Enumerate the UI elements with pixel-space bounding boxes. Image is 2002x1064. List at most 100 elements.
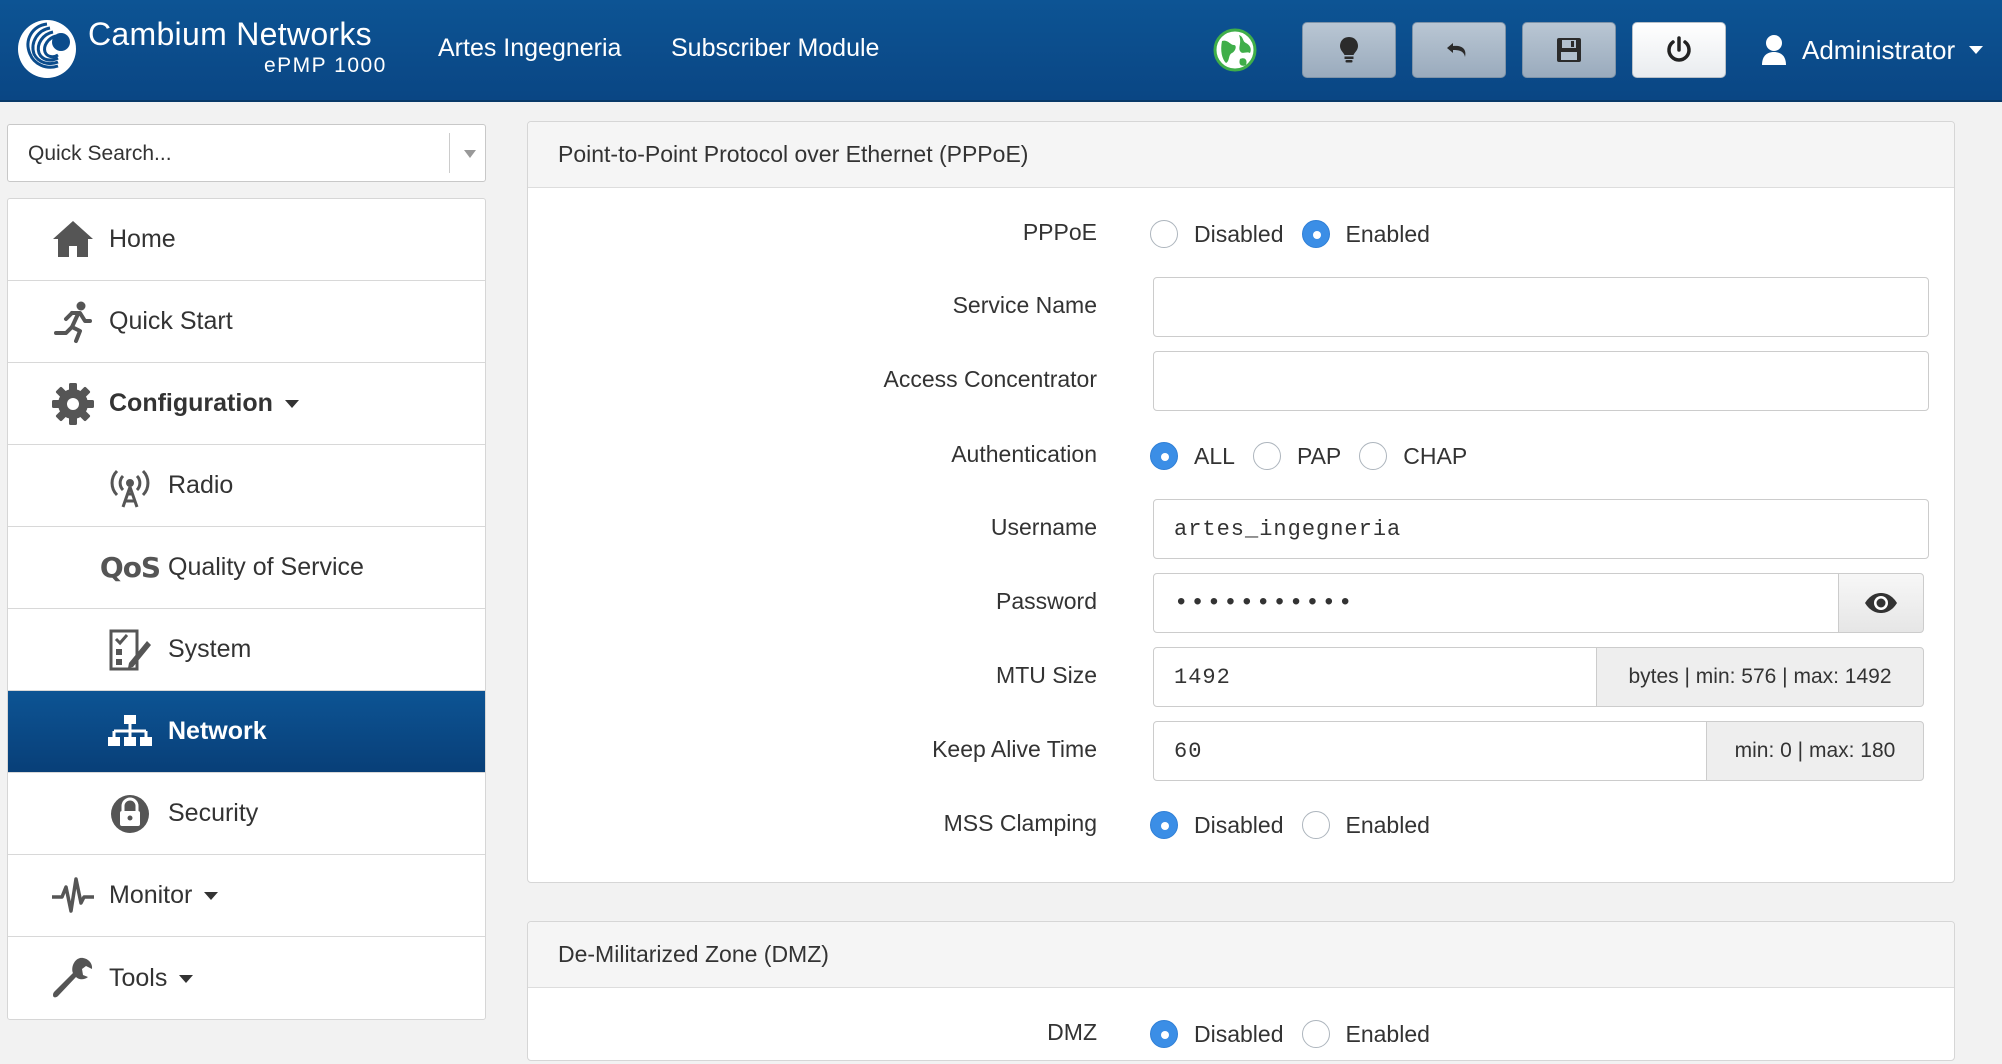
radio-button-selected[interactable] — [1150, 442, 1178, 470]
mss-clamping-row: MSS Clamping Disabled Enabled — [528, 795, 1954, 855]
mtu-size-input[interactable]: 1492 — [1153, 647, 1597, 707]
keep-alive-input[interactable]: 60 — [1153, 721, 1707, 781]
globe-icon[interactable] — [1212, 27, 1258, 73]
username-row: Username artes_ingegneria — [528, 499, 1954, 559]
service-name-input[interactable] — [1153, 277, 1929, 337]
access-concentrator-input[interactable] — [1153, 351, 1929, 411]
pppoe-label: PPPoE — [1022, 219, 1097, 245]
sidebar-item-label: Tools — [109, 964, 194, 993]
user-name: Administrator — [1802, 34, 1956, 65]
sidebar-item-label: Quick Start — [109, 307, 233, 335]
access-concentrator-row: Access Concentrator — [528, 351, 1954, 411]
chevron-down-icon — [179, 974, 194, 983]
keep-alive-row: Keep Alive Time 60 min: 0 | max: 180 — [528, 721, 1954, 781]
radio-button-selected[interactable] — [1301, 220, 1330, 248]
brand-subtitle: ePMP 1000 — [264, 54, 387, 77]
sidebar-item-home[interactable]: Home — [8, 199, 485, 281]
radio-button[interactable] — [1252, 442, 1281, 470]
mtu-size-row: MTU Size 1492 bytes | min: 576 | max: 14… — [528, 647, 1954, 707]
save-icon — [1557, 38, 1581, 62]
dmz-disabled-option[interactable]: Disabled — [1150, 1020, 1284, 1048]
save-button[interactable] — [1522, 22, 1616, 78]
mss-disabled-option[interactable]: Disabled — [1150, 811, 1284, 839]
service-name-row: Service Name — [528, 277, 1954, 337]
sidebar-menu: Home Quick Start Configuration Radio QoS… — [7, 198, 486, 1020]
sidebar-item-label: System — [168, 635, 252, 663]
mss-enabled-option[interactable]: Enabled — [1301, 811, 1430, 839]
dmz-label: DMZ — [1047, 1019, 1097, 1045]
sidebar-item-label: Security — [168, 799, 259, 827]
auth-all-option[interactable]: ALL — [1150, 442, 1235, 470]
sidebar-item-tools[interactable]: Tools — [8, 937, 485, 1019]
undo-button[interactable] — [1412, 22, 1506, 78]
help-lightbulb-button[interactable] — [1302, 22, 1396, 78]
user-icon — [1762, 35, 1786, 65]
sidebar-item-configuration[interactable]: Configuration — [8, 363, 485, 445]
sidebar-item-label: Quality of Service — [168, 553, 364, 581]
gear-icon — [48, 379, 98, 429]
radio-button[interactable] — [1359, 442, 1388, 470]
auth-pap-option[interactable]: PAP — [1252, 442, 1341, 470]
chevron-down-icon — [1969, 46, 1984, 54]
network-icon — [105, 707, 155, 757]
radio-button[interactable] — [1301, 1020, 1330, 1048]
cambium-logo-icon — [18, 20, 76, 78]
dmz-row: DMZ Disabled Enabled — [528, 1004, 1954, 1064]
dmz-enabled-option[interactable]: Enabled — [1301, 1020, 1430, 1048]
sidebar-item-system[interactable]: System — [8, 609, 485, 691]
username-input[interactable]: artes_ingegneria — [1153, 499, 1929, 559]
pppoe-enabled-option[interactable]: Enabled — [1301, 220, 1430, 248]
keep-alive-hint: min: 0 | max: 180 — [1706, 721, 1924, 781]
sidebar-item-network[interactable]: Network — [8, 691, 485, 773]
pppoe-disabled-option[interactable]: Disabled — [1150, 220, 1284, 248]
sidebar-item-radio[interactable]: Radio — [8, 445, 485, 527]
dmz-panel-title: De-Militarized Zone (DMZ) — [528, 922, 1954, 988]
radio-button[interactable] — [1150, 220, 1178, 248]
mss-clamping-radio-group: Disabled Enabled — [1150, 811, 1448, 839]
radio-button[interactable] — [1301, 811, 1330, 839]
keep-alive-label: Keep Alive Time — [932, 736, 1097, 762]
dropdown-arrow-icon[interactable] — [464, 150, 476, 158]
access-concentrator-label: Access Concentrator — [883, 366, 1097, 392]
lightbulb-icon — [1340, 37, 1358, 63]
site-name-link[interactable]: Artes Ingegneria — [438, 34, 621, 63]
chevron-down-icon — [284, 400, 299, 409]
sidebar-item-label: Radio — [168, 471, 234, 499]
system-checklist-icon — [105, 625, 155, 675]
wrench-icon — [48, 953, 98, 1003]
home-icon — [48, 215, 98, 265]
power-icon — [1667, 36, 1691, 62]
undo-icon — [1447, 43, 1466, 57]
quick-search-placeholder: Quick Search... — [28, 142, 172, 165]
sidebar-item-quick-start[interactable]: Quick Start — [8, 281, 485, 363]
sidebar-item-security[interactable]: Security — [8, 773, 485, 855]
authentication-label: Authentication — [951, 441, 1097, 467]
top-navbar: Cambium Networks ePMP 1000 Artes Ingegne… — [0, 0, 2002, 102]
password-row: Password ••••••••••• — [528, 573, 1954, 633]
quick-search-select[interactable]: Quick Search... — [7, 124, 486, 182]
brand-title: Cambium Networks — [88, 16, 372, 52]
sidebar-item-quality-of-service[interactable]: QoS Quality of Service — [8, 527, 485, 609]
password-input[interactable]: ••••••••••• — [1153, 573, 1839, 633]
sidebar-item-label: Configuration — [109, 389, 299, 418]
radio-button-selected[interactable] — [1150, 1020, 1178, 1048]
radio-button-selected[interactable] — [1150, 811, 1178, 839]
reboot-power-button[interactable] — [1632, 22, 1726, 78]
user-menu[interactable]: Administrator — [1760, 30, 1984, 70]
device-mode-link[interactable]: Subscriber Module — [671, 34, 879, 63]
mtu-size-label: MTU Size — [996, 662, 1097, 688]
search-divider — [449, 133, 450, 173]
radio-tower-icon — [105, 461, 155, 511]
running-person-icon — [48, 297, 98, 347]
auth-chap-option[interactable]: CHAP — [1359, 442, 1467, 470]
chevron-down-icon — [204, 892, 219, 901]
service-name-label: Service Name — [952, 292, 1097, 318]
sidebar-item-label: Home — [109, 225, 176, 253]
pppoe-panel: Point-to-Point Protocol over Ethernet (P… — [527, 121, 1955, 883]
show-password-button[interactable] — [1838, 573, 1924, 633]
pulse-icon — [48, 871, 98, 921]
pppoe-row: PPPoE Disabled Enabled — [528, 204, 1954, 264]
sidebar-item-label: Network — [168, 717, 267, 745]
sidebar-item-monitor[interactable]: Monitor — [8, 855, 485, 937]
mss-clamping-label: MSS Clamping — [943, 810, 1097, 836]
